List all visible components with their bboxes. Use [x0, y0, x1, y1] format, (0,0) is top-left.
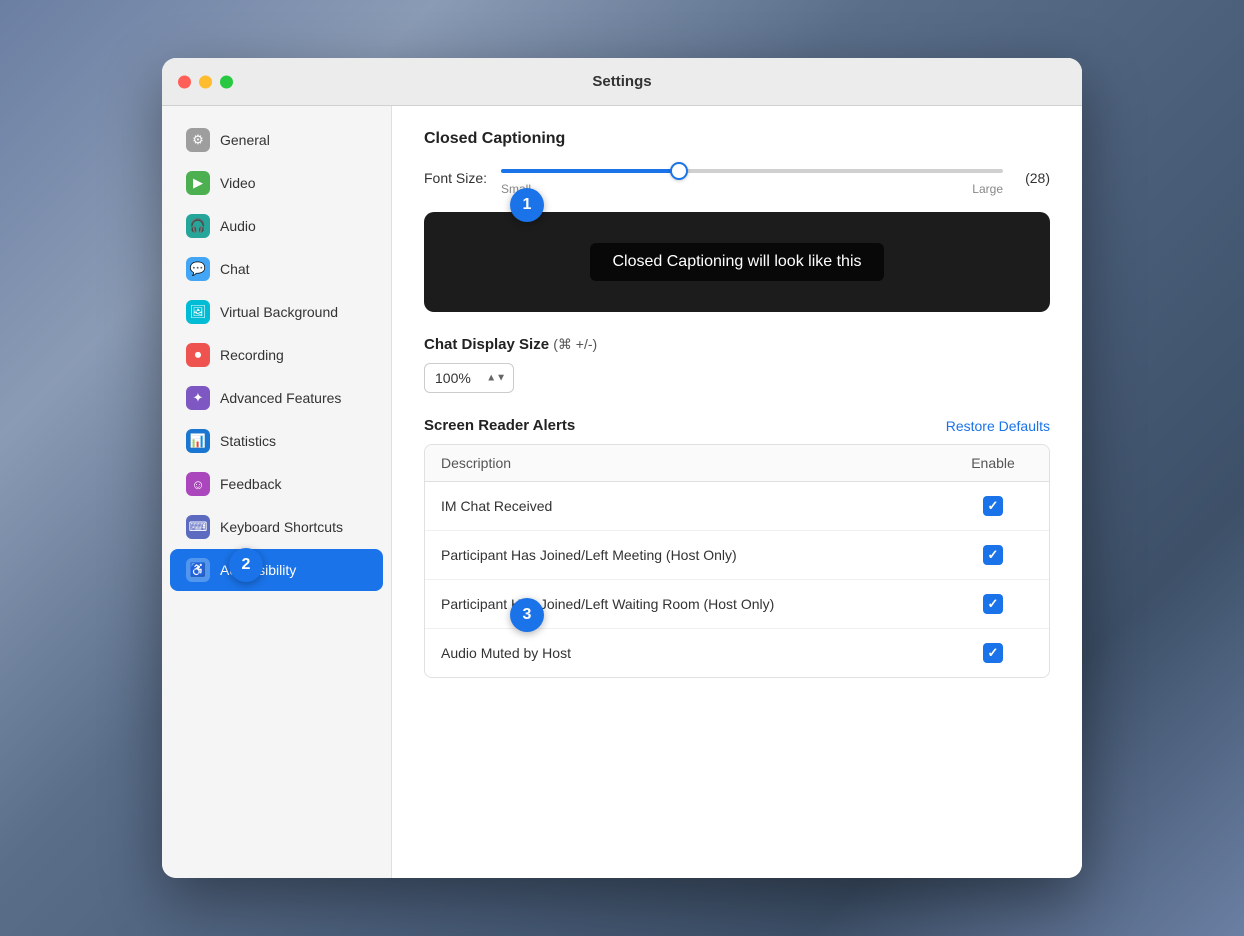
row-desc-im-chat: IM Chat Received [441, 498, 953, 514]
sidebar-item-virtual-background[interactable]: 🖼 Virtual Background [170, 291, 383, 333]
row-desc-participant-meeting: Participant Has Joined/Left Meeting (Hos… [441, 547, 953, 563]
checkmark-participant-waiting: ✓ [988, 596, 999, 612]
screen-reader-alerts-section: Screen Reader Alerts Restore Defaults De… [424, 417, 1050, 678]
alerts-title: Screen Reader Alerts [424, 417, 575, 434]
caption-preview: Closed Captioning will look like this [424, 212, 1050, 312]
table-row: IM Chat Received ✓ [425, 482, 1049, 531]
closed-captioning-title: Closed Captioning [424, 130, 1050, 148]
caption-preview-text: Closed Captioning will look like this [590, 243, 883, 281]
general-icon: ⚙ [186, 128, 210, 152]
sidebar-item-feedback[interactable]: ☺ Feedback [170, 463, 383, 505]
checkmark-audio-muted: ✓ [988, 645, 999, 661]
closed-captioning-section: Closed Captioning Font Size: Small Large… [424, 130, 1050, 312]
advanced-features-icon: ✦ [186, 386, 210, 410]
maximize-button[interactable] [220, 75, 233, 88]
sidebar-item-keyboard-shortcuts[interactable]: ⌨ Keyboard Shortcuts [170, 506, 383, 548]
chat-display-select-wrapper: 75% 100% 125% 150% ▲▼ [424, 363, 514, 393]
sidebar-item-accessibility[interactable]: ♿ Accessibility [170, 549, 383, 591]
close-button[interactable] [178, 75, 191, 88]
accessibility-icon: ♿ [186, 558, 210, 582]
checkbox-participant-waiting[interactable]: ✓ [983, 594, 1003, 614]
sidebar-item-statistics[interactable]: 📊 Statistics [170, 420, 383, 462]
checkbox-participant-meeting[interactable]: ✓ [983, 545, 1003, 565]
checkbox-audio-muted[interactable]: ✓ [983, 643, 1003, 663]
checkmark-im-chat: ✓ [988, 498, 999, 514]
table-row: Audio Muted by Host ✓ [425, 629, 1049, 677]
sidebar-label-keyboard-shortcuts: Keyboard Shortcuts [220, 519, 343, 535]
sidebar-label-recording: Recording [220, 347, 284, 363]
recording-icon: ⏺ [186, 343, 210, 367]
slider-labels: Small Large [501, 182, 1003, 196]
main-content: Closed Captioning Font Size: Small Large… [392, 106, 1082, 878]
sidebar-item-video[interactable]: ▶ Video [170, 162, 383, 204]
table-row: Participant Has Joined/Left Meeting (Hos… [425, 531, 1049, 580]
row-desc-audio-muted: Audio Muted by Host [441, 645, 953, 661]
window-title: Settings [592, 73, 651, 90]
sidebar-item-chat[interactable]: 💬 Chat [170, 248, 383, 290]
restore-defaults-link[interactable]: Restore Defaults [946, 418, 1050, 434]
sidebar-label-feedback: Feedback [220, 476, 281, 492]
audio-icon: 🎧 [186, 214, 210, 238]
annotation-bubble-3: 3 [510, 598, 544, 632]
row-enable-im-chat: ✓ [953, 496, 1033, 516]
sidebar-label-general: General [220, 132, 270, 148]
chat-display-shortcut: (⌘ +/-) [553, 336, 597, 352]
chat-icon: 💬 [186, 257, 210, 281]
font-size-slider-container: Small Large [501, 160, 1003, 196]
font-size-label: Font Size: [424, 170, 489, 186]
virtual-background-icon: 🖼 [186, 300, 210, 324]
sidebar: ⚙ General ▶ Video 🎧 Audio 💬 Chat 🖼 [162, 106, 392, 878]
annotation-bubble-2: 2 [229, 548, 263, 582]
video-icon: ▶ [186, 171, 210, 195]
slider-max-label: Large [972, 182, 1003, 196]
annotation-bubble-1: 1 [510, 188, 544, 222]
col-enable-header: Enable [953, 455, 1033, 471]
sidebar-item-general[interactable]: ⚙ General [170, 119, 383, 161]
feedback-icon: ☺ [186, 472, 210, 496]
col-description-header: Description [441, 455, 953, 471]
chat-display-title: Chat Display Size (⌘ +/-) [424, 336, 1050, 353]
window-body: ⚙ General ▶ Video 🎧 Audio 💬 Chat 🖼 [162, 106, 1082, 878]
checkbox-im-chat[interactable]: ✓ [983, 496, 1003, 516]
sidebar-label-video: Video [220, 175, 256, 191]
sidebar-label-audio: Audio [220, 218, 256, 234]
row-enable-participant-waiting: ✓ [953, 594, 1033, 614]
alerts-table: Description Enable IM Chat Received ✓ [424, 444, 1050, 678]
keyboard-shortcuts-icon: ⌨ [186, 515, 210, 539]
alerts-header: Screen Reader Alerts Restore Defaults [424, 417, 1050, 434]
table-scroll: IM Chat Received ✓ Participant Has Joine… [425, 482, 1049, 677]
settings-window: Settings ⚙ General ▶ Video 🎧 Audio [162, 58, 1082, 878]
chat-display-section: Chat Display Size (⌘ +/-) 75% 100% 125% … [424, 336, 1050, 393]
font-size-slider[interactable] [501, 169, 1003, 173]
statistics-icon: 📊 [186, 429, 210, 453]
minimize-button[interactable] [199, 75, 212, 88]
traffic-lights [178, 75, 233, 88]
sidebar-label-chat: Chat [220, 261, 250, 277]
row-enable-participant-meeting: ✓ [953, 545, 1033, 565]
row-enable-audio-muted: ✓ [953, 643, 1033, 663]
sidebar-label-statistics: Statistics [220, 433, 276, 449]
table-header: Description Enable [425, 445, 1049, 482]
font-size-value: (28) [1015, 170, 1050, 186]
sidebar-label-virtual-background: Virtual Background [220, 304, 338, 320]
sidebar-item-recording[interactable]: ⏺ Recording [170, 334, 383, 376]
checkmark-participant-meeting: ✓ [988, 547, 999, 563]
sidebar-label-advanced-features: Advanced Features [220, 390, 341, 406]
title-bar: Settings [162, 58, 1082, 106]
sidebar-item-advanced-features[interactable]: ✦ Advanced Features [170, 377, 383, 419]
sidebar-item-audio[interactable]: 🎧 Audio [170, 205, 383, 247]
chat-display-select[interactable]: 75% 100% 125% 150% [424, 363, 514, 393]
